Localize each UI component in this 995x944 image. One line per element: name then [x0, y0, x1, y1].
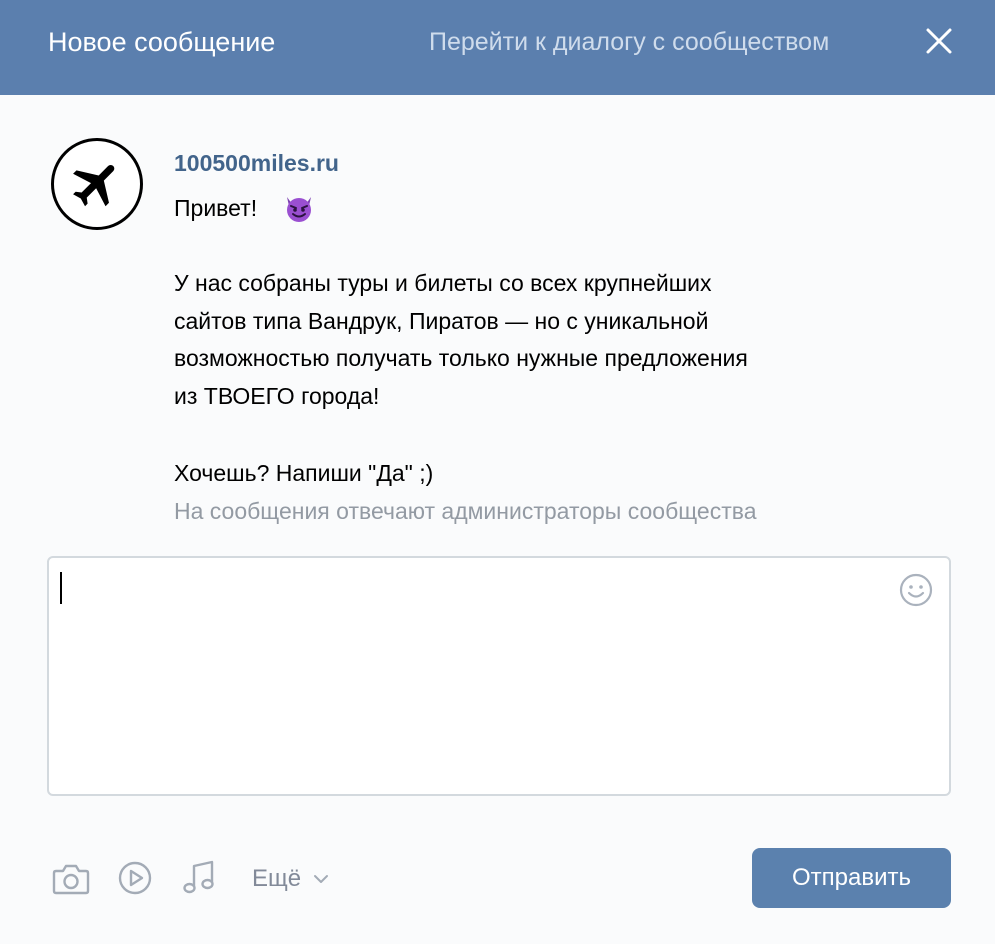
more-attachments-button[interactable]: Ещё [252, 862, 301, 896]
dialog-header: Новое сообщение Перейти к диалогу с сооб… [0, 0, 995, 95]
admin-note: На сообщения отвечают администраторы соо… [174, 498, 757, 524]
airplane-icon [73, 164, 115, 207]
message-line: Хочешь? Напиши "Да" ;) [174, 460, 434, 486]
send-button[interactable]: Отправить [752, 848, 951, 908]
attach-video-button[interactable] [117, 860, 153, 901]
go-to-dialog-link[interactable]: Перейти к диалогу с сообществом [429, 26, 829, 58]
close-icon [926, 28, 952, 54]
video-icon [118, 861, 152, 895]
message-line: из ТВОЕГО города! [174, 383, 380, 409]
message-line: возможностью получать только нужные пред… [174, 345, 748, 371]
message-input[interactable] [47, 556, 951, 796]
chevron-down-icon [314, 875, 328, 883]
attach-music-button[interactable] [181, 859, 217, 902]
community-avatar[interactable] [51, 138, 143, 230]
message-line: сайтов типа Вандрук, Пиратов — но с уник… [174, 308, 709, 334]
smile-icon [899, 573, 933, 607]
sender-name-link[interactable]: 100500miles.ru [174, 148, 339, 178]
text-caret [60, 572, 62, 604]
music-icon [183, 860, 214, 894]
close-button[interactable] [924, 26, 954, 56]
message-line: У нас собраны туры и билеты со всех круп… [174, 270, 712, 296]
dialog-title: Новое сообщение [48, 27, 276, 57]
attach-photo-button[interactable] [52, 862, 90, 901]
emoji-button[interactable] [898, 572, 934, 608]
smiling-devil-emoji [287, 197, 311, 222]
camera-icon [52, 864, 90, 895]
